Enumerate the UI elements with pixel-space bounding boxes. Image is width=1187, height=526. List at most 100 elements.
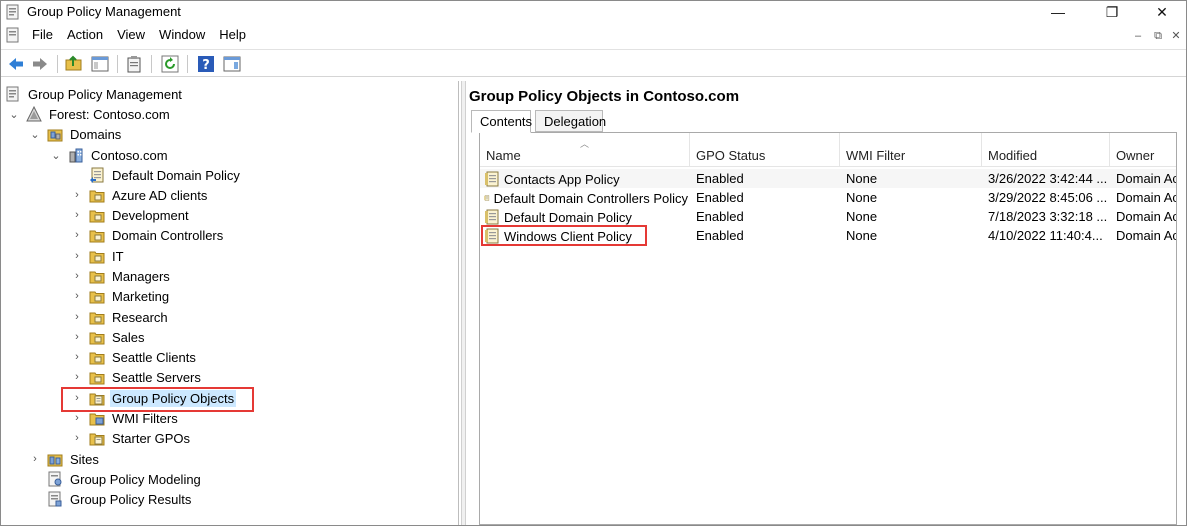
- back-icon[interactable]: [7, 55, 25, 73]
- forward-icon[interactable]: [31, 55, 49, 73]
- gpo-owner: Domain Ac: [1116, 228, 1177, 243]
- show-hide-tree-icon[interactable]: [91, 55, 109, 73]
- menu-bar: File Action View Window Help – ⧉ ✕: [1, 24, 1186, 46]
- chevron-down-icon[interactable]: ⌄: [29, 128, 41, 141]
- tab-delegation[interactable]: Delegation: [535, 110, 606, 132]
- tree-node-ou-it[interactable]: › IT: [71, 246, 126, 266]
- gpo-modified: 7/18/2023 3:32:18 ...: [988, 209, 1108, 224]
- chevron-right-icon[interactable]: ›: [71, 412, 83, 424]
- column-header-gpo-status[interactable]: GPO Status: [690, 133, 840, 167]
- menu-window[interactable]: Window: [152, 27, 212, 42]
- tree-node-forest[interactable]: ⌄ Forest: Contoso.com: [8, 104, 172, 124]
- ou-folder-icon: [89, 271, 105, 284]
- chevron-right-icon[interactable]: ›: [71, 331, 83, 343]
- tree-node-label: Group Policy Management: [28, 86, 182, 102]
- ou-folder-icon: [89, 230, 105, 243]
- gpo-icon: [485, 171, 499, 187]
- gpo-owner: Domain Ac: [1116, 190, 1177, 205]
- list-item[interactable]: Contacts App Policy Enabled None 3/26/20…: [480, 169, 1176, 188]
- chevron-right-icon[interactable]: ›: [71, 371, 83, 383]
- up-folder-icon[interactable]: [65, 55, 83, 73]
- tree-node-label: Sales: [112, 329, 145, 345]
- chevron-right-icon[interactable]: ›: [71, 432, 83, 444]
- mdi-close-button[interactable]: ✕: [1167, 28, 1185, 44]
- chevron-down-icon[interactable]: ⌄: [50, 149, 62, 162]
- close-button[interactable]: ✕: [1139, 1, 1185, 23]
- tree-node-label: Development: [112, 207, 189, 223]
- tree-node-ou-research[interactable]: › Research: [71, 307, 170, 327]
- list-item[interactable]: Default Domain Policy Enabled None 7/18/…: [480, 207, 1176, 226]
- tree-node-domains[interactable]: ⌄ Domains: [29, 124, 123, 144]
- restore-button[interactable]: ❐: [1089, 1, 1135, 23]
- gpo-status: Enabled: [696, 171, 744, 186]
- help-icon[interactable]: ?: [197, 55, 215, 73]
- list-item[interactable]: Default Domain Controllers Policy Enable…: [480, 188, 1176, 207]
- menu-view[interactable]: View: [110, 27, 152, 42]
- gpo-name: Default Domain Policy: [504, 209, 632, 225]
- window-title: Group Policy Management: [27, 4, 181, 19]
- tree-node-gp-modeling[interactable]: Group Policy Modeling: [47, 469, 203, 489]
- ou-folder-icon: [89, 312, 105, 325]
- mdi-document-icon[interactable]: [5, 27, 21, 43]
- gpo-name: Contacts App Policy: [504, 171, 620, 187]
- tree-node-root[interactable]: Group Policy Management: [5, 84, 184, 104]
- menu-action[interactable]: Action: [60, 27, 110, 42]
- tree-node-ou-marketing[interactable]: › Marketing: [71, 286, 171, 306]
- chevron-right-icon[interactable]: ›: [71, 189, 83, 201]
- gpo-owner: Domain Ac: [1116, 209, 1177, 224]
- tab-contents[interactable]: Contents: [471, 110, 532, 133]
- tree-node-ou-seattle-clients[interactable]: › Seattle Clients: [71, 347, 198, 367]
- details-pane: Group Policy Objects in Contoso.com Cont…: [467, 81, 1185, 525]
- column-header-owner[interactable]: Owner: [1110, 133, 1176, 167]
- refresh-icon[interactable]: [161, 55, 179, 73]
- tree-node-label: Azure AD clients: [112, 187, 208, 203]
- column-header-modified[interactable]: Modified: [982, 133, 1110, 167]
- menu-file[interactable]: File: [25, 27, 60, 42]
- mdi-minimize-button[interactable]: –: [1129, 28, 1147, 44]
- tree-node-ou-azure-ad-clients[interactable]: › Azure AD clients: [71, 185, 209, 205]
- gp-modeling-icon: [48, 471, 62, 487]
- gpo-modified: 4/10/2022 11:40:4...: [988, 228, 1103, 243]
- chevron-right-icon[interactable]: ›: [71, 311, 83, 323]
- clipboard-icon[interactable]: [125, 55, 143, 73]
- tree-node-gp-results[interactable]: Group Policy Results: [47, 489, 193, 509]
- title-bar: Group Policy Management — ❐ ✕: [1, 1, 1186, 23]
- tree-node-ou-sales[interactable]: › Sales: [71, 327, 147, 347]
- domains-folder-icon: [47, 129, 63, 142]
- toolbar-separator: [57, 55, 58, 73]
- gpmc-window: Group Policy Management — ❐ ✕ File Actio…: [0, 0, 1187, 526]
- chevron-right-icon[interactable]: ›: [71, 270, 83, 282]
- menu-help[interactable]: Help: [212, 27, 253, 42]
- tree-node-label: Group Policy Modeling: [70, 471, 201, 487]
- chevron-right-icon[interactable]: ›: [29, 453, 41, 465]
- mdi-restore-button[interactable]: ⧉: [1149, 28, 1167, 44]
- tree-node-ou-seattle-servers[interactable]: › Seattle Servers: [71, 367, 203, 387]
- tree-node-label: IT: [112, 248, 124, 264]
- tree-node-wmi-filters[interactable]: › WMI Filters: [71, 408, 180, 428]
- tree-node-sites[interactable]: › Sites: [29, 449, 101, 469]
- chevron-right-icon[interactable]: ›: [71, 229, 83, 241]
- wmi-filters-icon: [89, 413, 105, 426]
- tree-node-default-domain-policy[interactable]: Default Domain Policy: [89, 165, 242, 185]
- tree-node-ou-development[interactable]: › Development: [71, 205, 191, 225]
- forest-icon: [26, 106, 42, 122]
- column-header-wmi-filter[interactable]: WMI Filter: [840, 133, 982, 167]
- tree-node-label: Contoso.com: [91, 147, 168, 163]
- tree-node-ou-managers[interactable]: › Managers: [71, 266, 172, 286]
- minimize-button[interactable]: —: [1035, 1, 1081, 23]
- tree-node-domain-contoso[interactable]: ⌄ Contoso.com: [50, 145, 170, 165]
- chevron-right-icon[interactable]: ›: [71, 351, 83, 363]
- tree-node-starter-gpos[interactable]: › Starter GPOs: [71, 428, 192, 448]
- chevron-right-icon[interactable]: ›: [71, 250, 83, 262]
- gpo-list: ︿ Name GPO Status WMI Filter Modified Ow…: [479, 132, 1177, 525]
- tree-node-label: Seattle Servers: [112, 369, 201, 385]
- column-header-name[interactable]: Name: [480, 133, 690, 167]
- chevron-right-icon[interactable]: ›: [71, 209, 83, 221]
- action-pane-icon[interactable]: [223, 55, 241, 73]
- chevron-right-icon[interactable]: ›: [71, 290, 83, 302]
- tree-node-ou-domain-controllers[interactable]: › Domain Controllers: [71, 225, 225, 245]
- chevron-down-icon[interactable]: ⌄: [8, 108, 20, 121]
- gpo-modified: 3/26/2022 3:42:44 ...: [988, 171, 1108, 186]
- pane-splitter[interactable]: [461, 81, 466, 525]
- gpo-wmi-filter: None: [846, 190, 878, 205]
